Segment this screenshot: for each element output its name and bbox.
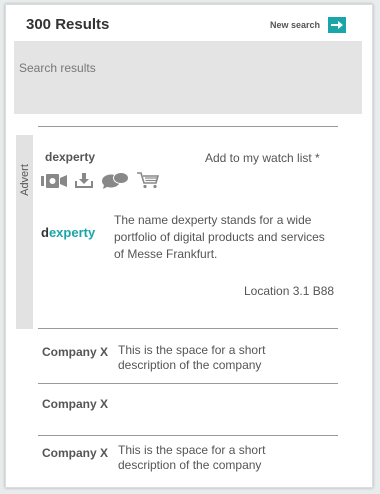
cart-icon[interactable] bbox=[137, 172, 160, 194]
search-placeholder: Search results bbox=[19, 61, 96, 75]
divider bbox=[38, 383, 338, 384]
result-company-name[interactable]: Company X bbox=[42, 397, 108, 411]
advert-description: The name dexperty stands for a wide port… bbox=[114, 213, 325, 261]
new-search-button[interactable]: New search bbox=[270, 16, 347, 33]
arrow-right-icon bbox=[328, 16, 347, 33]
advert-company-name: dexperty bbox=[45, 150, 96, 164]
new-search-label: New search bbox=[270, 19, 321, 30]
result-company-name[interactable]: Company X bbox=[42, 446, 108, 460]
chat-icon[interactable] bbox=[101, 172, 129, 194]
dexperty-logo: dexperty bbox=[41, 225, 95, 240]
advert-label: Advert bbox=[17, 135, 33, 225]
logo-rest: experty bbox=[48, 225, 96, 240]
divider bbox=[38, 328, 338, 329]
results-count-title: 300 Results bbox=[26, 16, 110, 33]
result-company-description: This is the space for a short descriptio… bbox=[118, 343, 266, 372]
result-company-description: This is the space for a short descriptio… bbox=[118, 443, 266, 472]
advert-label-text: Advert bbox=[19, 164, 32, 196]
download-icon[interactable] bbox=[75, 173, 93, 193]
advert-icons bbox=[41, 172, 160, 194]
result-company-name[interactable]: Company X bbox=[42, 345, 108, 359]
advert-location: Location 3.1 B88 bbox=[244, 284, 335, 298]
video-icon[interactable] bbox=[41, 173, 67, 193]
search-input[interactable] bbox=[14, 41, 362, 114]
divider bbox=[38, 435, 338, 436]
logo-initial: d bbox=[41, 225, 49, 240]
add-to-watch-list-button[interactable]: Add to my watch list * bbox=[205, 151, 320, 165]
divider bbox=[38, 126, 338, 127]
